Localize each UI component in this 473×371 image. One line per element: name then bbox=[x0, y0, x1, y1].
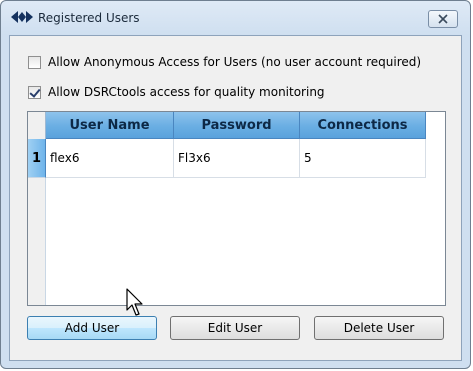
cell-user-name[interactable]: flex6 bbox=[46, 139, 174, 178]
dsrctools-access-checkbox[interactable] bbox=[28, 85, 41, 99]
column-header-connections[interactable]: Connections bbox=[300, 112, 426, 139]
cell-password[interactable]: Fl3x6 bbox=[174, 139, 300, 178]
row-header-gutter bbox=[28, 178, 46, 305]
grid-corner[interactable] bbox=[28, 112, 46, 139]
dsrctools-access-option[interactable]: Allow DSRCtools access for quality monit… bbox=[28, 83, 325, 101]
title-bar[interactable]: Registered Users bbox=[1, 1, 470, 35]
window-title: Registered Users bbox=[38, 11, 140, 25]
anonymous-access-label: Allow Anonymous Access for Users (no use… bbox=[48, 55, 422, 69]
column-header-password[interactable]: Password bbox=[174, 112, 300, 139]
row-header[interactable]: 1 bbox=[28, 139, 46, 178]
close-icon bbox=[438, 14, 448, 24]
edit-user-button[interactable]: Edit User bbox=[170, 316, 300, 340]
anonymous-access-checkbox[interactable] bbox=[28, 55, 41, 69]
app-icon bbox=[11, 11, 33, 23]
add-user-button[interactable]: Add User bbox=[27, 316, 157, 340]
dsrctools-access-label: Allow DSRCtools access for quality monit… bbox=[48, 85, 325, 99]
cell-connections[interactable]: 5 bbox=[300, 139, 426, 178]
registered-users-dialog: Registered Users Allow Anonymous Access … bbox=[0, 0, 471, 369]
dialog-content: Allow Anonymous Access for Users (no use… bbox=[9, 35, 462, 361]
delete-user-button[interactable]: Delete User bbox=[314, 316, 444, 340]
close-button[interactable] bbox=[428, 10, 458, 28]
grid-header: User Name Password Connections bbox=[28, 112, 445, 139]
table-row[interactable]: 1 flex6 Fl3x6 5 bbox=[28, 139, 445, 178]
header-filler bbox=[426, 112, 445, 139]
column-header-user-name[interactable]: User Name bbox=[46, 112, 174, 139]
users-grid[interactable]: User Name Password Connections 1 flex6 F… bbox=[27, 111, 446, 306]
anonymous-access-option[interactable]: Allow Anonymous Access for Users (no use… bbox=[28, 53, 421, 71]
mouse-pointer-icon bbox=[126, 288, 143, 316]
